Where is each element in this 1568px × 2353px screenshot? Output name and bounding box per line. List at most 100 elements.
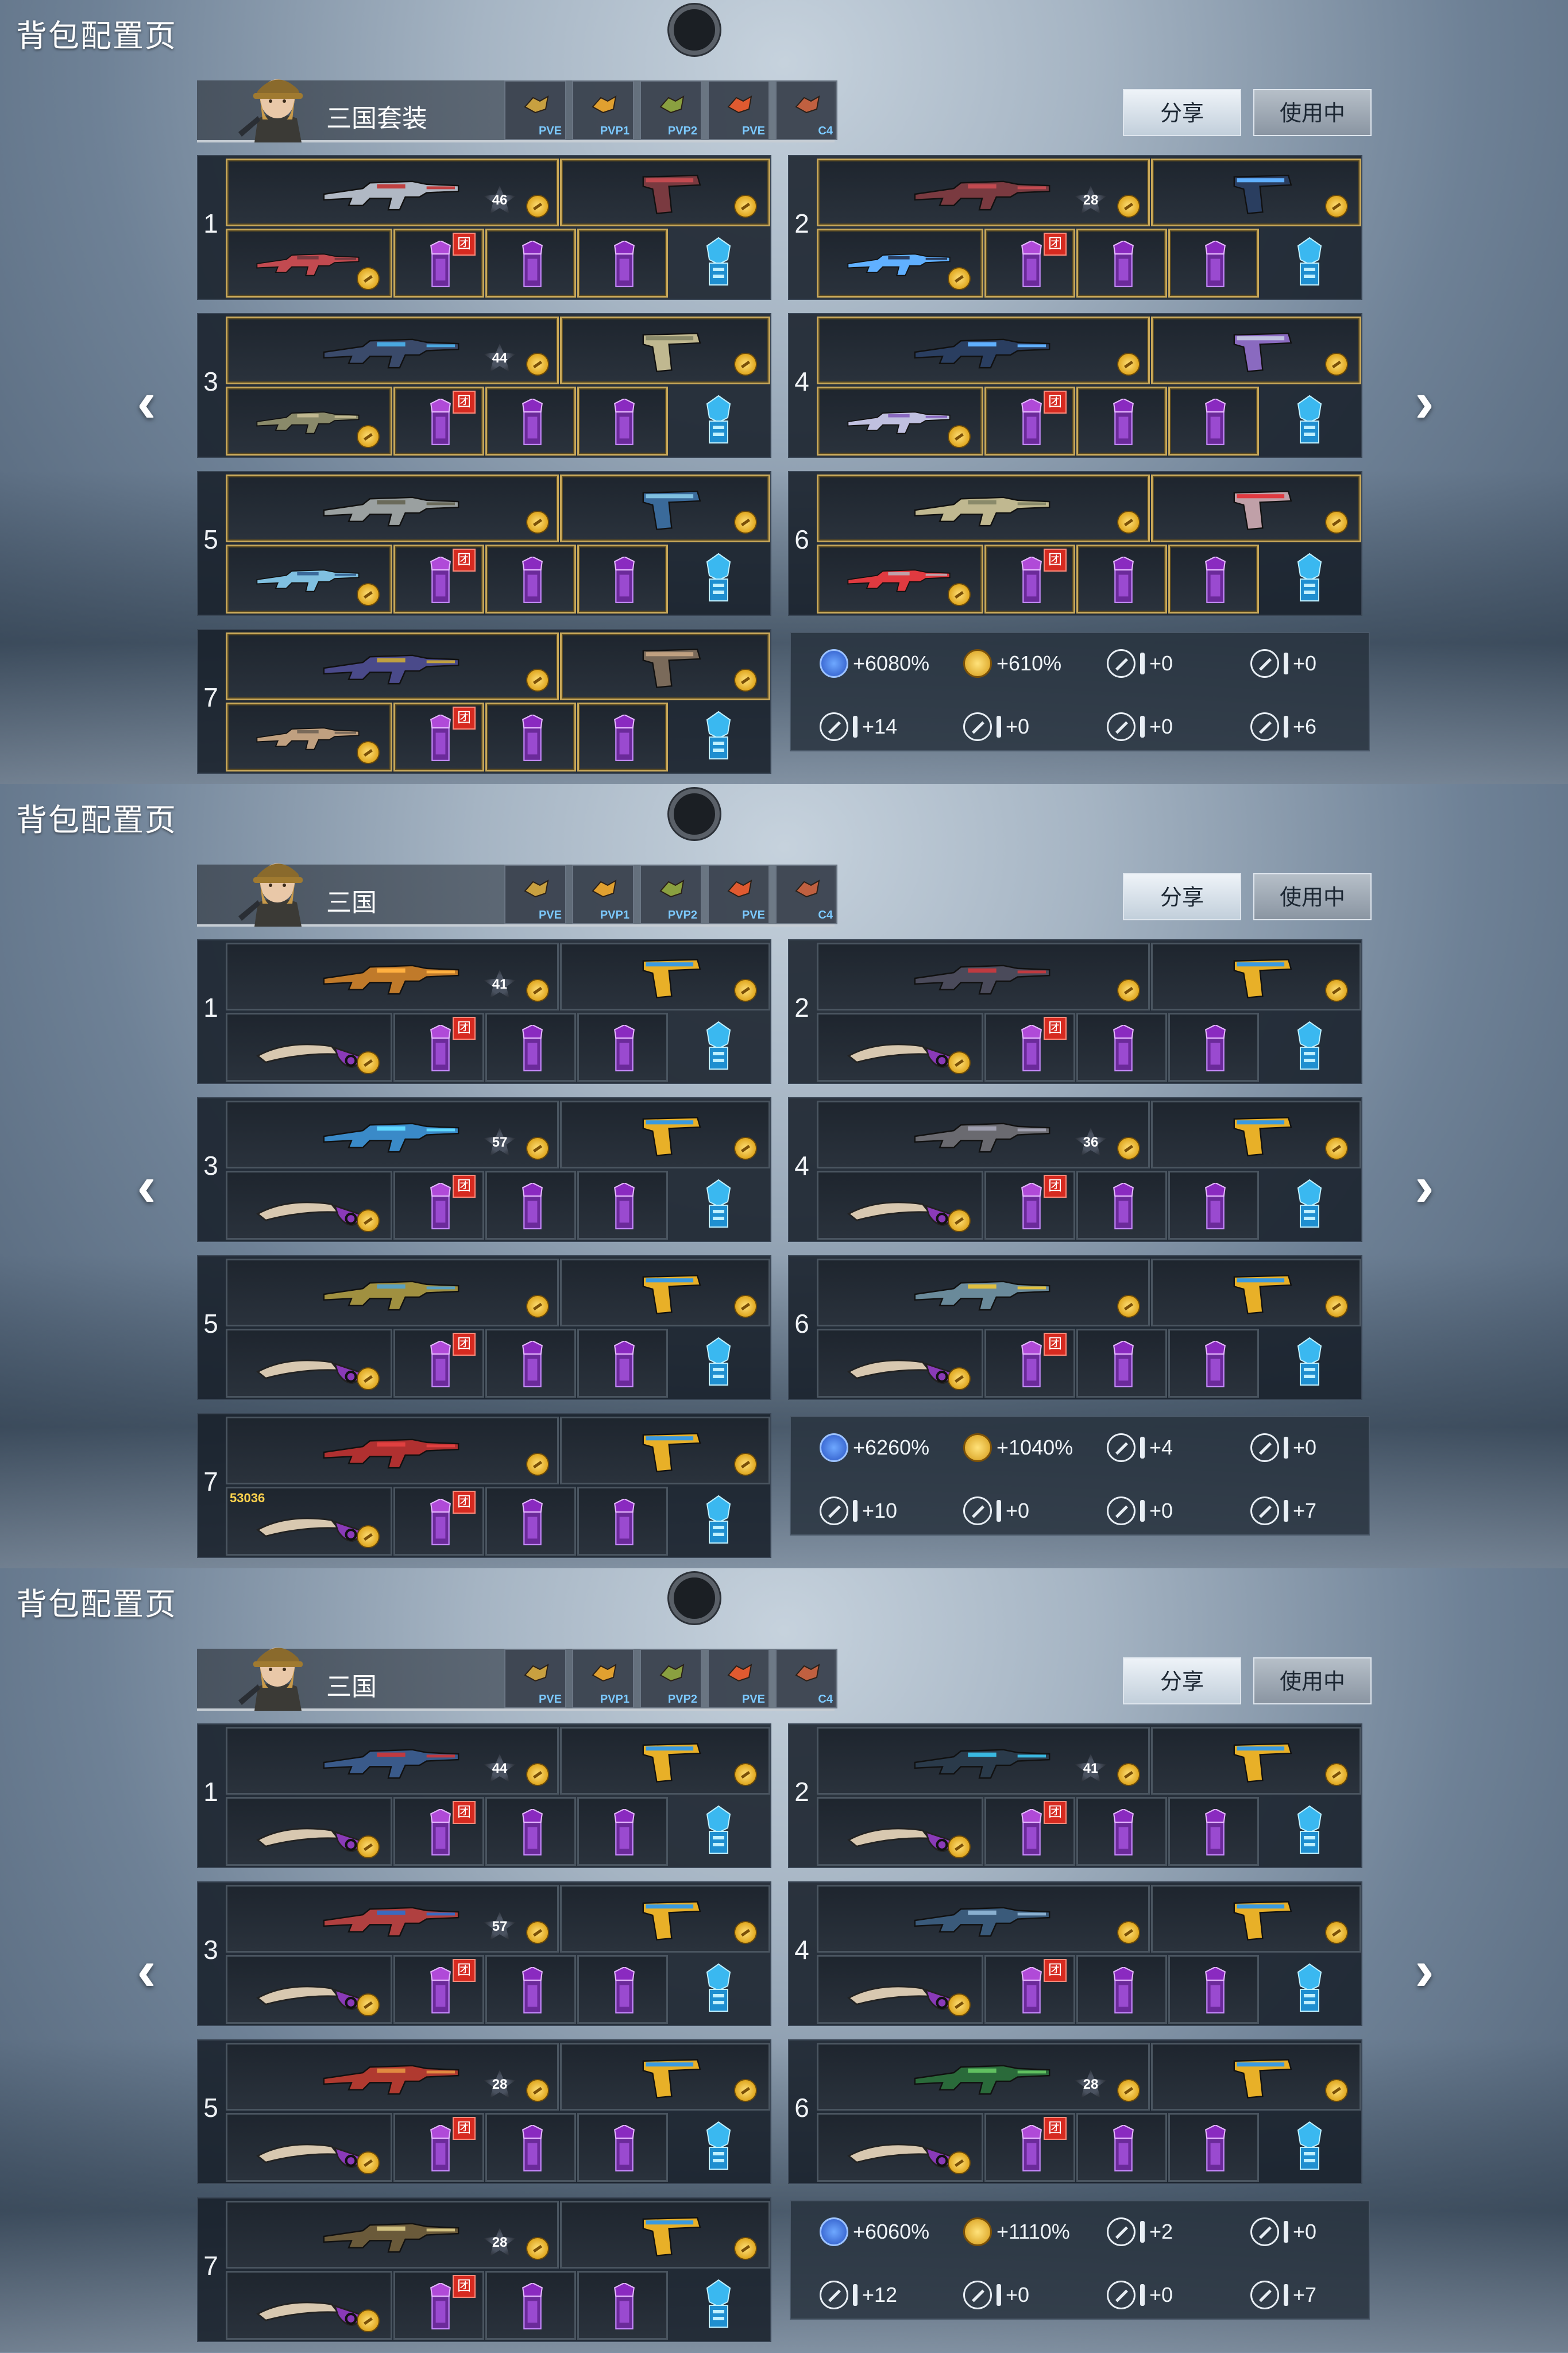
loadout-slot[interactable]: 5 28 团 [197, 2039, 771, 2184]
throwable-cell[interactable]: 团 [393, 1329, 484, 1398]
secondary-weapon-cell[interactable] [560, 943, 770, 1010]
character-item-icon[interactable] [704, 1337, 733, 1387]
mode-tab[interactable]: PVE [504, 865, 566, 924]
secondary-weapon-cell[interactable] [560, 475, 770, 542]
loadout-slot[interactable]: 1 46 团 [197, 155, 771, 300]
throwable-cell[interactable] [485, 1797, 576, 1866]
character-item-icon[interactable] [1295, 1179, 1324, 1229]
primary-weapon-cell[interactable] [817, 317, 1150, 384]
throwable-cell[interactable] [485, 2271, 576, 2340]
character-item-icon[interactable] [1295, 553, 1324, 603]
chevron-left-icon[interactable]: ‹ [123, 373, 169, 431]
throwable-cell[interactable] [577, 1171, 668, 1240]
throwable-cell[interactable]: 团 [393, 1797, 484, 1866]
melee-weapon-cell[interactable] [226, 545, 392, 614]
throwable-cell[interactable]: 团 [393, 229, 484, 298]
character-item-icon[interactable] [704, 237, 733, 287]
melee-weapon-cell[interactable] [817, 1329, 983, 1398]
throwable-cell[interactable]: 团 [984, 545, 1075, 614]
melee-weapon-cell[interactable] [226, 2113, 392, 2182]
secondary-weapon-cell[interactable] [1151, 2043, 1361, 2111]
loadout-slot[interactable]: 1 44 团 [197, 1723, 771, 1868]
loadout-slot[interactable]: 7 28 团 [197, 2197, 771, 2342]
secondary-weapon-cell[interactable] [1151, 317, 1361, 384]
primary-weapon-cell[interactable]: 28 [226, 2043, 559, 2111]
throwable-cell[interactable]: 团 [984, 387, 1075, 456]
throwable-cell[interactable] [1168, 387, 1259, 456]
loadout-slot[interactable]: 4团 [788, 1881, 1362, 2026]
character-item-icon[interactable] [704, 711, 733, 761]
primary-weapon-cell[interactable]: 41 [226, 943, 559, 1010]
mode-tab[interactable]: PVP1 [572, 1649, 634, 1708]
primary-weapon-cell[interactable] [226, 475, 559, 542]
in-use-button[interactable]: 使用中 [1253, 1657, 1372, 1704]
loadout-slot[interactable]: 7 53036 团 [197, 1413, 771, 1558]
secondary-weapon-cell[interactable] [560, 2201, 770, 2269]
loadout-slot[interactable]: 6团 [788, 471, 1362, 616]
character-item-icon[interactable] [704, 1179, 733, 1229]
melee-weapon-cell[interactable] [226, 1013, 392, 1082]
throwable-cell[interactable]: 团 [984, 229, 1075, 298]
melee-weapon-cell[interactable] [817, 2113, 983, 2182]
melee-weapon-cell[interactable] [817, 1013, 983, 1082]
throwable-cell[interactable]: 团 [984, 1329, 1075, 1398]
throwable-cell[interactable] [1168, 1171, 1259, 1240]
throwable-cell[interactable] [485, 1013, 576, 1082]
throwable-cell[interactable] [485, 1329, 576, 1398]
throwable-cell[interactable] [1076, 1013, 1167, 1082]
loadout-name[interactable]: 三国套装 [326, 98, 427, 134]
mode-tab[interactable]: PVP1 [572, 80, 634, 140]
primary-weapon-cell[interactable] [817, 475, 1150, 542]
chevron-left-icon[interactable]: ‹ [123, 1158, 169, 1215]
secondary-weapon-cell[interactable] [560, 2043, 770, 2111]
throwable-cell[interactable] [485, 229, 576, 298]
throwable-cell[interactable]: 团 [393, 1955, 484, 2024]
loadout-slot[interactable]: 4团 [788, 313, 1362, 458]
loadout-slot[interactable]: 5团 [197, 471, 771, 616]
loadout-slot[interactable]: 2 28 团 [788, 155, 1362, 300]
throwable-cell[interactable]: 团 [984, 1171, 1075, 1240]
throwable-cell[interactable] [1076, 2113, 1167, 2182]
loadout-slot[interactable]: 2 41 团 [788, 1723, 1362, 1868]
loadout-slot[interactable]: 7团 [197, 629, 771, 774]
throwable-cell[interactable] [485, 1171, 576, 1240]
avatar[interactable] [237, 63, 318, 142]
mode-tab[interactable]: PVE [708, 865, 770, 924]
loadout-slot[interactable]: 3 57 团 [197, 1097, 771, 1242]
secondary-weapon-cell[interactable] [1151, 1727, 1361, 1795]
share-button[interactable]: 分享 [1123, 89, 1241, 136]
melee-weapon-cell[interactable] [817, 545, 983, 614]
secondary-weapon-cell[interactable] [560, 1101, 770, 1168]
throwable-cell[interactable] [1076, 545, 1167, 614]
loadout-name[interactable]: 三国 [326, 882, 377, 919]
throwable-cell[interactable]: 团 [984, 1955, 1075, 2024]
secondary-weapon-cell[interactable] [1151, 475, 1361, 542]
chevron-right-icon[interactable]: › [1401, 373, 1447, 431]
loadout-slot[interactable]: 6 28 团 [788, 2039, 1362, 2184]
secondary-weapon-cell[interactable] [1151, 1101, 1361, 1168]
melee-weapon-cell[interactable] [817, 229, 983, 298]
throwable-cell[interactable]: 团 [984, 1013, 1075, 1082]
avatar[interactable] [237, 1631, 318, 1711]
throwable-cell[interactable] [577, 703, 668, 772]
throwable-cell[interactable] [577, 2113, 668, 2182]
character-item-icon[interactable] [1295, 1963, 1324, 2013]
mode-tab[interactable]: PVP2 [640, 1649, 702, 1708]
throwable-cell[interactable] [577, 1329, 668, 1398]
character-item-icon[interactable] [704, 1021, 733, 1071]
in-use-button[interactable]: 使用中 [1253, 89, 1372, 136]
secondary-weapon-cell[interactable] [560, 1727, 770, 1795]
throwable-cell[interactable] [1168, 1329, 1259, 1398]
throwable-cell[interactable]: 团 [393, 387, 484, 456]
melee-weapon-cell[interactable] [817, 1171, 983, 1240]
primary-weapon-cell[interactable] [226, 1417, 559, 1484]
melee-weapon-cell[interactable] [817, 387, 983, 456]
melee-weapon-cell[interactable] [226, 1955, 392, 2024]
melee-weapon-cell[interactable] [226, 703, 392, 772]
throwable-cell[interactable] [1076, 1955, 1167, 2024]
avatar[interactable] [237, 847, 318, 927]
primary-weapon-cell[interactable]: 57 [226, 1101, 559, 1168]
primary-weapon-cell[interactable]: 28 [817, 159, 1150, 226]
melee-weapon-cell[interactable] [226, 1329, 392, 1398]
loadout-slot[interactable]: 6团 [788, 1255, 1362, 1400]
